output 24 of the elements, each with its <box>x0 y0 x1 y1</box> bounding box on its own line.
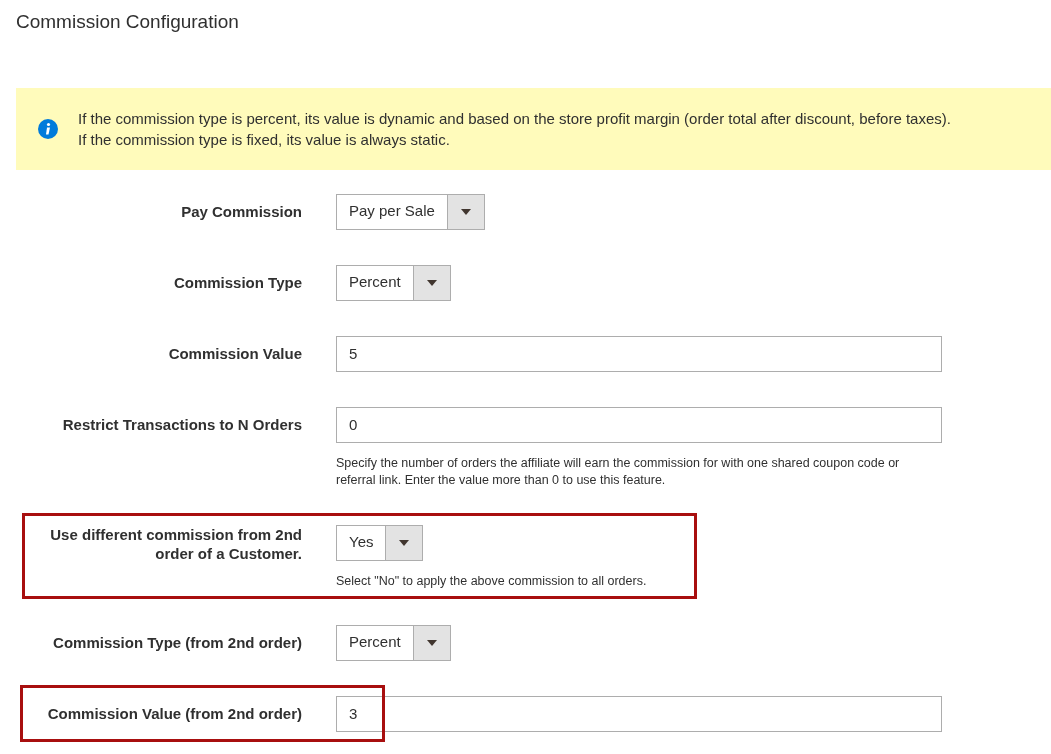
field-label: Use different commission from 2nd order of a Customer. <box>49 524 302 563</box>
select-dropdown[interactable]: Yes <box>336 524 424 561</box>
field-note: Select "No" to apply the above commission to all orders. <box>336 572 648 590</box>
select-dropdown[interactable]: Percent <box>336 264 451 301</box>
field-label: Restrict Transactions to N Orders <box>61 415 302 434</box>
field-label: Commission Value <box>167 344 302 363</box>
select-dropdown[interactable]: Pay per Sale <box>336 193 485 230</box>
caret-icon <box>426 279 437 286</box>
select-dropdown[interactable]: Percent <box>336 624 451 661</box>
text-input[interactable]: 3 <box>336 695 942 732</box>
field-note: Specify the number of orders the affiliate will earn the commission for with one shared coupon code or referral link. Enter the value more than 0 to use this feature. <box>336 454 901 489</box>
caret-icon <box>399 539 410 546</box>
info-icon <box>38 118 58 139</box>
field-label: Commission Type (from 2nd order) <box>52 633 302 652</box>
caret-icon <box>426 639 437 646</box>
notice-text: If the commission type is fixed, its value is always static. <box>78 129 451 150</box>
field-label: Commission Value (from 2nd order) <box>46 704 302 723</box>
field-label: Pay Commission <box>180 202 302 221</box>
notice-text: If the commission type is percent, its value is dynamic and based on the store profit margin (order total after discount, before taxes). <box>78 108 951 129</box>
section-title: Commission Configuration <box>16 10 240 34</box>
text-input[interactable]: 0 <box>336 406 942 443</box>
caret-icon <box>460 208 471 215</box>
field-label: Commission Type <box>172 273 302 292</box>
text-input[interactable]: 5 <box>336 335 942 372</box>
